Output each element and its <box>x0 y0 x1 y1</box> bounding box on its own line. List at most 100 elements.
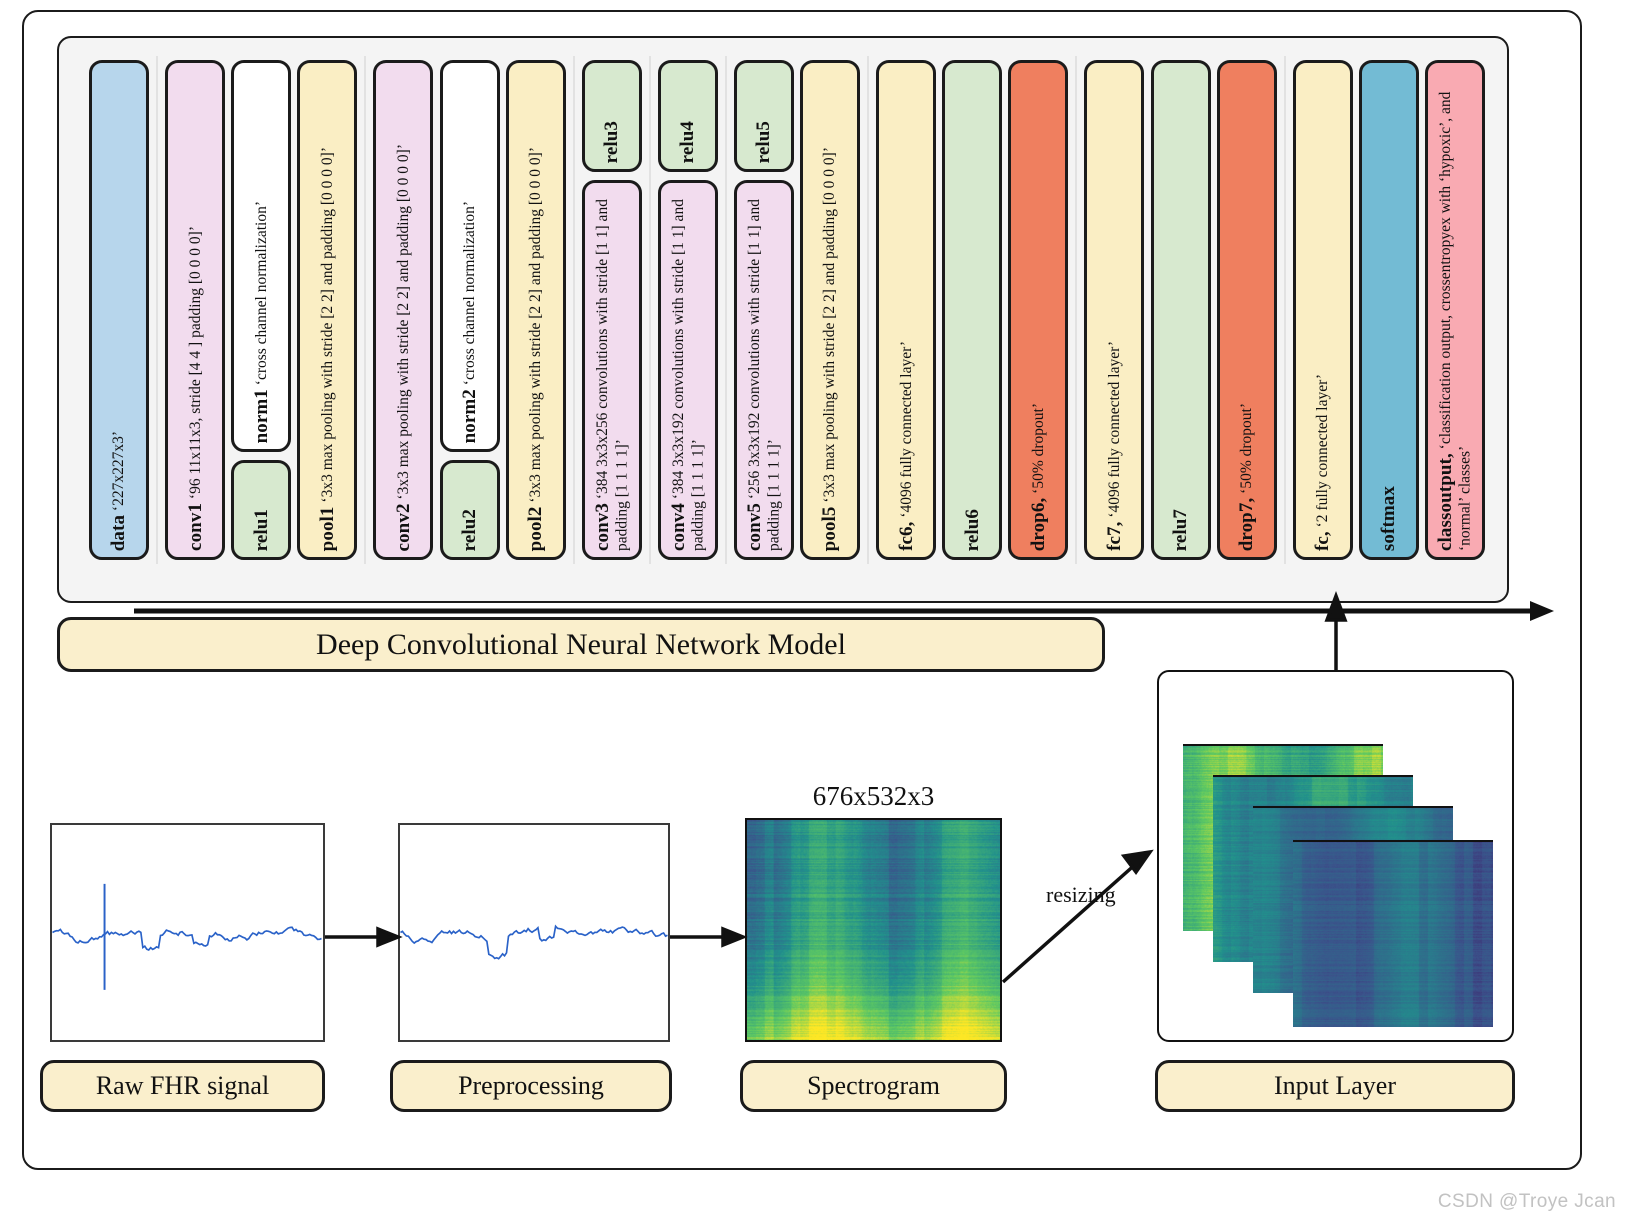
cnn-layer-box-relu2[interactable]: relu2 <box>439 460 500 560</box>
flow-direction-arrow <box>134 601 1554 621</box>
cnn-layer-name: conv5 <box>744 503 766 551</box>
raw-fhr-signal-plot <box>50 823 325 1042</box>
cnn-layer-description: ‘384 3x3x256 convolutions with stride [1… <box>594 199 631 551</box>
input-slice-4 <box>1293 840 1493 1027</box>
cnn-layer-description: ‘4096 fully connected layer’ <box>897 341 915 522</box>
cnn-layer-box-fc6[interactable]: fc6, ‘4096 fully connected layer’ <box>876 60 937 560</box>
cnn-layer-box-fc7[interactable]: fc7, ‘4096 fully connected layer’ <box>1084 60 1145 560</box>
cnn-layer-box-relu4[interactable]: relu4 <box>657 60 718 172</box>
spectrogram-image <box>745 818 1002 1042</box>
cnn-layer-name: relu4 <box>677 120 699 163</box>
cnn-layer-box-fc[interactable]: fc, ‘2 fully connected layer’ <box>1292 60 1353 560</box>
cnn-layer-name: fc, <box>1312 531 1334 551</box>
cnn-layer-column: drop6, ‘50% dropout’ <box>1008 60 1069 560</box>
cnn-layer-name: norm1 <box>250 388 272 443</box>
cnn-layer-box-conv1[interactable]: conv1 ‘96 11x11x3, stride [4 4 ] padding… <box>165 60 226 560</box>
cnn-layer-description: ‘3x3 max pooling with stride [2 2] and p… <box>394 143 412 503</box>
cnn-layer-box-pool5[interactable]: pool5 ‘3x3 max pooling with stride [2 2]… <box>800 60 861 560</box>
layer-group-separator <box>156 56 159 564</box>
stage-caption-label: Input Layer <box>1273 1071 1396 1100</box>
cnn-layer-box-conv3[interactable]: conv3 ‘384 3x3x256 convolutions with str… <box>581 180 642 560</box>
cnn-layer-box-norm2[interactable]: norm2 ‘cross channel normalization’ <box>439 60 500 452</box>
cnn-layer-column: relu7 <box>1150 60 1211 560</box>
stage-caption-label: Preprocessing <box>458 1071 604 1100</box>
layer-group-separator <box>867 56 870 564</box>
cnn-layer-name: relu5 <box>753 120 775 163</box>
cnn-layer-name: conv3 <box>592 503 614 551</box>
model-caption-label: Deep Convolutional Neural Network Model <box>316 627 846 661</box>
cnn-layer-column: fc6, ‘4096 fully connected layer’ <box>876 60 937 560</box>
cnn-layer-box-conv5[interactable]: conv5 ‘256 3x3x192 convolutions with str… <box>733 180 794 560</box>
cnn-layer-name: conv4 <box>668 503 690 551</box>
cnn-layer-name: relu1 <box>250 508 272 551</box>
cnn-layer-column: fc7, ‘4096 fully connected layer’ <box>1084 60 1145 560</box>
cnn-layer-column: relu3 conv3 ‘384 3x3x256 convolutions wit… <box>581 60 642 560</box>
cnn-layer-name: fc7, <box>1103 521 1125 551</box>
cnn-layer-description: ‘3x3 max pooling with stride [2 2] and p… <box>318 146 336 507</box>
cnn-layer-column: softmax <box>1358 60 1419 560</box>
cnn-layer-name: softmax <box>1378 485 1400 551</box>
layer-group-separator <box>648 56 651 564</box>
cnn-layer-column: relu6 <box>942 60 1003 560</box>
cnn-layer-box-relu1[interactable]: relu1 <box>231 460 292 560</box>
cnn-layer-name: relu6 <box>961 508 983 551</box>
cnn-layer-name: data <box>108 514 130 551</box>
cnn-layer-box-pool2[interactable]: pool2 ‘3x3 max pooling with stride [2 2]… <box>505 60 566 560</box>
cnn-layer-description: ‘96 11x11x3, stride [4 4 ] padding [0 0 … <box>186 226 204 503</box>
watermark: CSDN @Troye Jcan <box>1437 1191 1616 1212</box>
cnn-layer-description: ‘4096 fully connected layer’ <box>1105 341 1123 522</box>
raw-signal-trace <box>52 883 322 990</box>
cnn-layer-name: pool5 <box>819 506 841 551</box>
cnn-layer-description: ‘3x3 max pooling with stride [2 2] and p… <box>527 146 544 507</box>
cnn-layer-column: pool1 ‘3x3 max pooling with stride [2 2]… <box>297 60 358 560</box>
cnn-layer-column: relu4 conv4 ‘384 3x3x192 convolutions wit… <box>657 60 718 560</box>
cnn-layer-box-relu7[interactable]: relu7 <box>1150 60 1211 560</box>
cnn-layer-box-relu3[interactable]: relu3 <box>581 60 642 172</box>
stage-caption-input-layer: Input Layer <box>1155 1060 1515 1112</box>
cnn-layer-box-drop6[interactable]: drop6, ‘50% dropout’ <box>1008 60 1069 560</box>
cnn-layer-name: classoutput, <box>1435 453 1457 551</box>
cnn-layer-name: drop6, <box>1027 497 1049 551</box>
cnn-layer-box-conv2[interactable]: conv2 ‘3x3 max pooling with stride [2 2]… <box>373 60 434 560</box>
cnn-layer-name: norm2 <box>458 388 480 443</box>
cnn-layer-name: fc6, <box>895 521 917 551</box>
cnn-layer-box-relu6[interactable]: relu6 <box>942 60 1003 560</box>
cnn-layer-description: ‘cross channel normalization’ <box>252 200 270 389</box>
stage-caption-raw-fhr-signal: Raw FHR signal <box>40 1060 325 1112</box>
cnn-layer-box-pool1[interactable]: pool1 ‘3x3 max pooling with stride [2 2]… <box>297 60 358 560</box>
cnn-layer-name: conv1 <box>184 503 206 551</box>
cnn-layer-column: norm2 ‘cross channel normalization’ relu2 <box>439 60 500 560</box>
cnn-layer-box-softmax[interactable]: softmax <box>1358 60 1419 560</box>
stage-caption-spectrogram: Spectrogram <box>740 1060 1007 1112</box>
cnn-layer-box-relu5[interactable]: relu5 <box>733 60 794 172</box>
layer-group-separator <box>1283 56 1286 564</box>
cnn-layer-name: conv2 <box>392 503 414 551</box>
cnn-layer-name: pool1 <box>316 506 338 551</box>
cnn-layer-box-drop7[interactable]: drop7, ‘50% dropout’ <box>1216 60 1277 560</box>
cnn-layer-name: relu7 <box>1169 508 1191 551</box>
cnn-layer-name: pool2 <box>525 506 546 551</box>
cnn-layer-column: norm1 ‘cross channel normalization’ relu1 <box>231 60 292 560</box>
cnn-layer-description: ‘50% dropout’ <box>1029 402 1047 498</box>
preprocessed-signal-trace <box>400 924 668 960</box>
cnn-layer-description: ‘50% dropout’ <box>1238 402 1255 498</box>
cnn-layer-track: data ‘227x227x3’ conv1 ‘96 11x11x3, strid… <box>59 38 1507 601</box>
cnn-layer-box-data[interactable]: data ‘227x227x3’ <box>89 60 150 560</box>
resizing-label: resizing <box>1046 882 1116 907</box>
cnn-layer-name: drop7, <box>1236 497 1257 551</box>
model-caption: Deep Convolutional Neural Network Model <box>57 617 1105 672</box>
cnn-layer-box-norm1[interactable]: norm1 ‘cross channel normalization’ <box>231 60 292 452</box>
layer-group-separator <box>572 56 575 564</box>
layer-group-separator <box>1075 56 1078 564</box>
spectrogram-canvas <box>747 820 1000 1040</box>
layer-group-separator <box>364 56 367 564</box>
cnn-layer-box-classoutput[interactable]: classoutput, ‘classification output, cro… <box>1424 60 1485 560</box>
cnn-layer-description: ‘227x227x3’ <box>110 430 128 515</box>
diagram-canvas: data ‘227x227x3’ conv1 ‘96 11x11x3, strid… <box>0 0 1630 1221</box>
cnn-layer-box-conv4[interactable]: conv4 ‘384 3x3x192 convolutions with str… <box>657 180 718 560</box>
cnn-layer-column: classoutput, ‘classification output, cro… <box>1424 60 1485 560</box>
spectrogram-dimension-label: 676x532x3 <box>812 781 935 811</box>
cnn-layer-name: relu2 <box>458 508 480 551</box>
cnn-layer-column: pool2 ‘3x3 max pooling with stride [2 2]… <box>505 60 566 560</box>
cnn-layer-description: ‘2 fully connected layer’ <box>1314 373 1332 532</box>
